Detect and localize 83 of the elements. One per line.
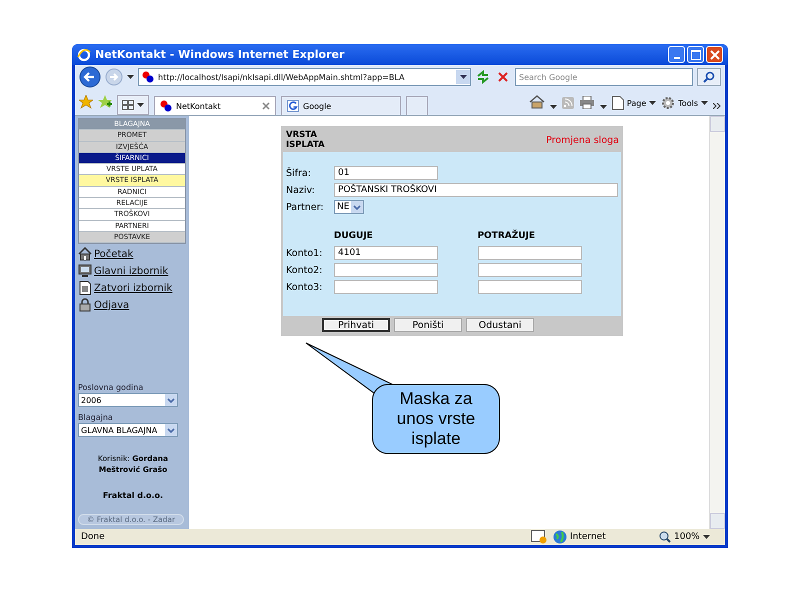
security-zone: Internet xyxy=(570,532,606,542)
refresh-icon[interactable] xyxy=(475,69,491,85)
record-mode: Promjena sloga xyxy=(546,134,619,146)
caret-icon xyxy=(649,101,656,105)
field-label: Partner: xyxy=(286,202,325,212)
input-field[interactable] xyxy=(478,280,582,294)
dropdown-caret-icon[interactable] xyxy=(127,75,134,79)
field-label: Blagajna xyxy=(78,413,114,422)
sidebar-link[interactable]: Glavni izbornik xyxy=(94,266,168,277)
window-title: NetKontakt - Windows Internet Explorer xyxy=(95,48,346,61)
globe-icon xyxy=(553,530,567,544)
field-label: Konto3: xyxy=(286,282,324,292)
tools-menu[interactable]: Tools xyxy=(661,96,708,110)
google-icon xyxy=(287,100,299,112)
caret-icon xyxy=(702,535,710,539)
input-field[interactable] xyxy=(334,280,438,294)
browser-tab[interactable]: NetKontakt xyxy=(154,96,276,115)
monitor-icon xyxy=(78,264,92,278)
input-field[interactable]: POŠTANSKI TROŠKOVI xyxy=(334,183,618,197)
sidebar-link[interactable]: Odjava xyxy=(94,300,130,311)
back-button[interactable] xyxy=(79,66,101,88)
close-icon xyxy=(710,50,720,60)
site-icon xyxy=(160,100,172,112)
search-field[interactable]: Search Google xyxy=(515,68,693,86)
star-icon[interactable] xyxy=(79,95,93,109)
sidebar-link[interactable]: Početak xyxy=(94,248,134,260)
input-field[interactable] xyxy=(478,246,582,260)
caret-icon xyxy=(167,428,175,432)
minimize-button[interactable] xyxy=(668,46,685,63)
zoom-icon xyxy=(659,531,671,543)
input-field[interactable]: 4101 xyxy=(334,246,438,260)
browser-tab[interactable]: Google xyxy=(281,96,401,115)
field-label: Šifra: xyxy=(286,168,312,178)
form-button[interactable]: Odustani xyxy=(466,318,534,332)
field-label: Konto1: xyxy=(286,248,324,258)
caret-icon xyxy=(460,75,466,79)
input-field[interactable] xyxy=(478,263,582,277)
company-name: Fraktal d.o.o. xyxy=(102,491,164,500)
maximize-button[interactable] xyxy=(687,46,704,63)
column-header: DUGUJE xyxy=(334,231,374,241)
input-field[interactable]: 01 xyxy=(334,166,438,180)
address-field[interactable]: http://localhost/Isapi/nkIsapi.dll/WebAppMain.shtml?app=BLA xyxy=(138,68,471,86)
caret-icon[interactable] xyxy=(550,105,557,109)
select-field[interactable]: NE xyxy=(334,200,364,214)
callout-bubble: Maska za unos vrste isplate xyxy=(372,384,500,454)
page-icon xyxy=(612,96,624,110)
field-label: Konto2: xyxy=(286,264,324,276)
select-field[interactable]: GLAVNA BLAGAJNA xyxy=(78,423,178,437)
browser-logo-icon xyxy=(77,48,91,62)
page-menu[interactable]: Page xyxy=(612,96,656,110)
lock-icon xyxy=(78,298,92,312)
document-icon xyxy=(78,281,92,296)
printer-icon[interactable] xyxy=(578,96,595,109)
scrollbar[interactable] xyxy=(709,116,725,529)
add-favorite-icon[interactable] xyxy=(98,95,112,109)
field-label: Naziv: xyxy=(286,184,316,196)
form-title: VRSTA ISPLATA xyxy=(286,130,326,150)
sidebar-link[interactable]: Zatvori izbornik xyxy=(94,282,172,294)
search-icon xyxy=(703,71,715,83)
close-button[interactable] xyxy=(706,46,723,63)
caret-icon[interactable] xyxy=(600,105,607,109)
caret-icon xyxy=(353,204,362,210)
column-header: POTRAŽUJE xyxy=(477,231,536,241)
search-button[interactable] xyxy=(697,68,721,86)
site-icon xyxy=(142,71,154,83)
status-text: Done xyxy=(81,532,105,542)
house-icon xyxy=(78,247,92,262)
home-icon[interactable] xyxy=(528,95,545,109)
chevron-icon[interactable] xyxy=(713,103,721,109)
grid-icon xyxy=(122,100,134,110)
field-label: Poslovna godina xyxy=(78,383,144,392)
zoom-control[interactable]: 100% xyxy=(659,531,719,543)
gear-icon xyxy=(661,96,676,110)
form-button[interactable]: Prihvati xyxy=(322,318,390,332)
caret-icon xyxy=(701,101,708,105)
input-field[interactable] xyxy=(334,263,438,277)
quick-tabs-button[interactable] xyxy=(117,95,149,115)
caret-icon xyxy=(137,103,144,107)
form-button[interactable]: Poništi xyxy=(394,318,462,332)
dropdown-button[interactable] xyxy=(456,70,470,84)
select-field[interactable]: 2006 xyxy=(78,393,178,407)
close-tab-icon[interactable] xyxy=(262,102,270,110)
caret-icon xyxy=(167,398,175,402)
